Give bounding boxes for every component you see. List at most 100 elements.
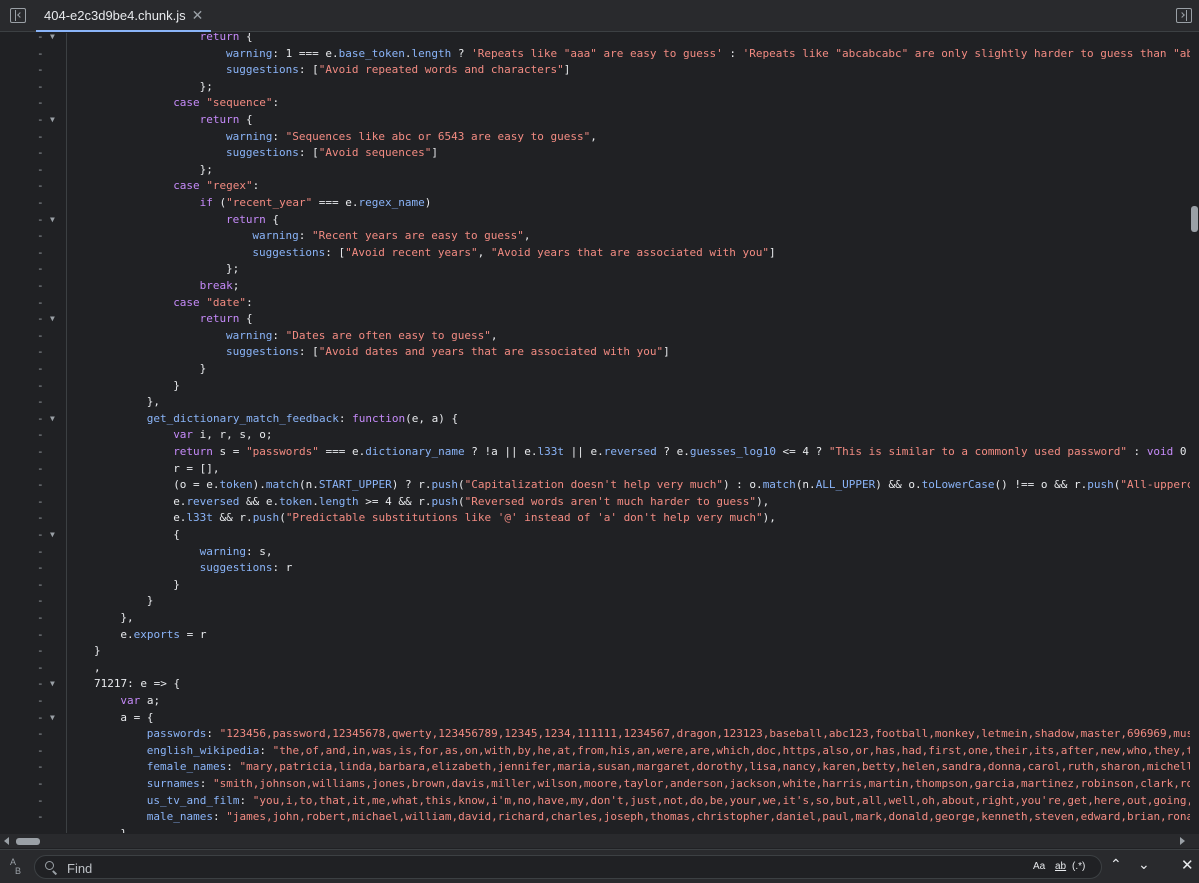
toggle-debugger-icon[interactable]	[1176, 8, 1192, 23]
find-input[interactable]	[65, 859, 1019, 877]
gutter-line: -	[0, 95, 60, 112]
gutter-line: -	[0, 776, 60, 793]
code-token: : [	[325, 245, 346, 259]
code-token: ).	[252, 478, 266, 492]
code-line: };	[200, 79, 213, 96]
code-token: dictionary_name	[365, 445, 465, 458]
code-token: (o = e.	[173, 478, 220, 492]
code-token: START_UPPER	[318, 478, 392, 492]
code-token: ;	[232, 279, 240, 292]
tab-bar: 404-e2c3d9be4.chunk.js ✕	[0, 0, 1199, 32]
gutter-dash: -	[37, 295, 44, 309]
code-token: "sequence"	[206, 96, 273, 110]
code-token: (	[458, 478, 465, 492]
next-match-button[interactable]: ⌄	[1138, 856, 1150, 873]
code-token: .	[312, 494, 319, 508]
fold-toggle-icon[interactable]: ▼	[50, 527, 55, 544]
code-token: :	[259, 743, 273, 757]
code-token: break	[199, 279, 233, 292]
code-token: "Avoid dates and years that are associat…	[318, 345, 664, 359]
gutter-dash: -	[37, 96, 44, 110]
toggle-navigator-icon[interactable]	[10, 8, 26, 23]
gutter-line: - ▼	[0, 33, 60, 46]
whole-word-button[interactable]: ab	[1055, 861, 1066, 872]
code-token: (n.	[795, 478, 816, 492]
fold-toggle-icon[interactable]: ▼	[50, 411, 55, 428]
code-token: }	[120, 827, 127, 833]
code-token: : [	[298, 63, 319, 77]
code-line: suggestions: r	[200, 560, 293, 577]
code-token: )	[424, 196, 432, 209]
gutter-dash: -	[37, 594, 44, 608]
tab-file[interactable]: 404-e2c3d9be4.chunk.js ✕	[36, 0, 212, 32]
find-input-wrapper[interactable]: Aa ab (.*)	[34, 855, 1102, 879]
gutter-dash: -	[37, 660, 44, 674]
close-icon[interactable]: ✕	[192, 7, 204, 24]
gutter-line: -	[0, 461, 60, 478]
code-token: ) ? r.	[391, 478, 432, 492]
gutter-dash: -	[37, 478, 44, 492]
code-line: break;	[200, 278, 240, 295]
vertical-scroll-thumb[interactable]	[1191, 206, 1198, 232]
horizontal-scroll-thumb[interactable]	[16, 838, 40, 845]
gutter-dash: -	[37, 362, 44, 375]
gutter-dash: -	[37, 196, 44, 209]
code-token: toLowerCase	[921, 478, 995, 492]
code-token: :	[298, 229, 312, 243]
fold-toggle-icon[interactable]: ▼	[50, 311, 55, 328]
match-case-button[interactable]: Aa	[1033, 861, 1045, 872]
horizontal-scrollbar[interactable]	[0, 834, 1199, 848]
code-token: ,	[590, 129, 597, 143]
code-token: "Predictable substitutions like '@' inst…	[285, 511, 763, 525]
code-token: case	[173, 96, 200, 110]
code-line: 71217: e => {	[94, 676, 180, 693]
code-line: get_dictionary_match_feedback: function(…	[147, 411, 458, 428]
fold-toggle-icon[interactable]: ▼	[50, 212, 55, 229]
code-line: }	[120, 826, 127, 833]
code-token: ]	[768, 245, 776, 259]
fold-toggle-icon[interactable]: ▼	[50, 710, 55, 727]
code-token: warning	[199, 544, 246, 558]
code-token: function	[352, 411, 406, 425]
code-line: e.reversed && e.token.length >= 4 && r.p…	[173, 494, 769, 511]
fold-toggle-icon[interactable]: ▼	[50, 112, 55, 129]
gutter-dash: -	[37, 627, 44, 641]
code-token: male_names	[146, 810, 214, 824]
code-token: "Recent years are easy to guess"	[312, 229, 524, 243]
gutter-line: - ▼	[0, 676, 60, 693]
gutter-dash: -	[37, 279, 44, 292]
code-line: {	[173, 527, 180, 544]
scroll-left-icon[interactable]	[4, 837, 9, 845]
code-line: case "sequence":	[173, 95, 279, 112]
gutter-dash: -	[37, 395, 44, 409]
code-line: surnames: "smith,johnson,williams,jones,…	[147, 776, 1190, 793]
code-content[interactable]: return {warning: 1 === e.base_token.leng…	[66, 33, 1190, 833]
gutter-dash: -	[37, 710, 44, 724]
regex-button[interactable]: (.*)	[1072, 861, 1085, 872]
fold-toggle-icon[interactable]: ▼	[50, 676, 55, 693]
gutter-dash: -	[37, 229, 44, 243]
code-token: return	[226, 212, 266, 226]
code-token: return	[199, 312, 240, 326]
gutter-dash: -	[37, 378, 44, 392]
code-token: :	[239, 793, 253, 807]
code-token: {	[239, 113, 253, 126]
case-sensitivity-icon[interactable]: A B	[10, 858, 21, 876]
code-token: ,	[490, 328, 498, 342]
code-token: case	[173, 295, 200, 309]
fold-toggle-icon[interactable]: ▼	[50, 33, 55, 46]
code-token: void	[1146, 445, 1174, 458]
code-editor[interactable]: - ▼ - - - - - ▼ - - - - - - ▼ - - - - - - ▼ - - - - - - ▼ - - - - - - - ▼ - - -…	[0, 33, 1190, 833]
previous-match-button[interactable]: ⌃	[1110, 856, 1122, 873]
scroll-right-icon[interactable]	[1180, 837, 1185, 845]
gutter-dash: -	[37, 644, 44, 658]
code-token: warning	[226, 129, 273, 143]
gutter-dash: -	[37, 179, 44, 193]
code-line: },	[147, 394, 160, 411]
code-token: token	[279, 494, 313, 508]
code-token: :	[272, 328, 286, 342]
gutter-line: -	[0, 726, 60, 743]
close-find-button[interactable]: ✕	[1181, 856, 1194, 874]
vertical-scrollbar[interactable]	[1190, 33, 1199, 833]
code-token: :	[722, 46, 743, 60]
